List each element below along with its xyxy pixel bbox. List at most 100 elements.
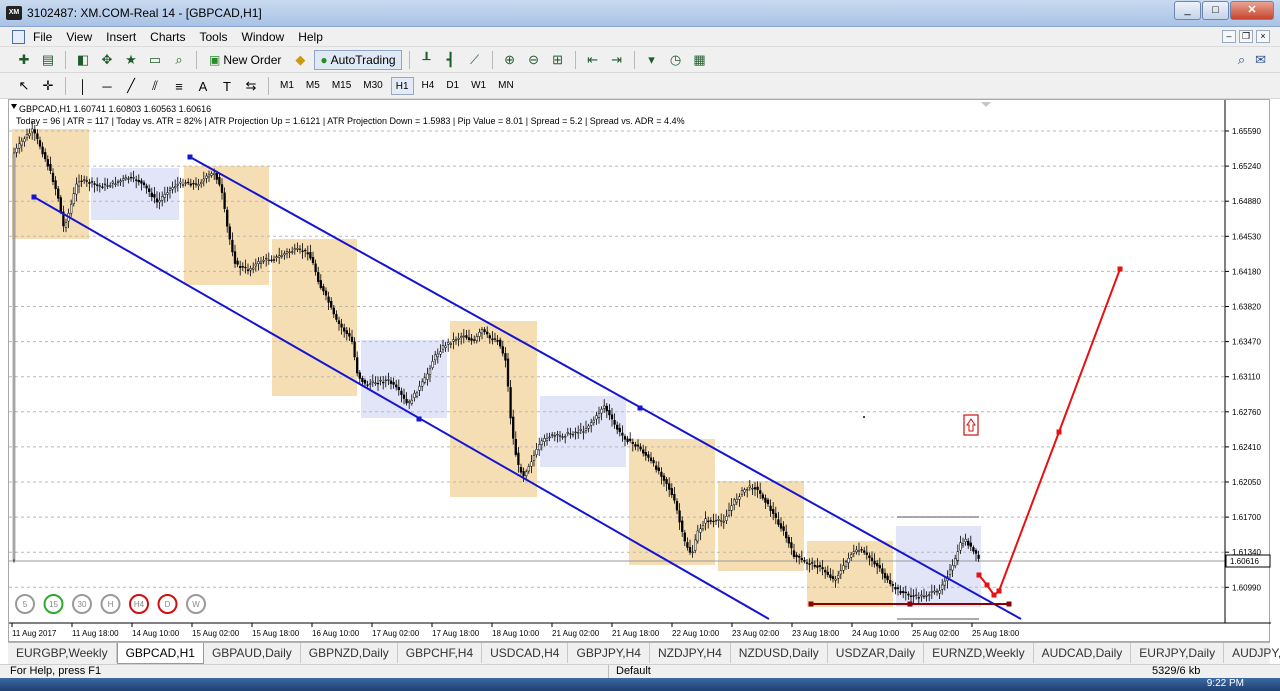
data-window-icon[interactable]: ✥ [97, 50, 117, 70]
timeframe-mn[interactable]: MN [494, 77, 518, 95]
projection-handle[interactable] [984, 582, 990, 588]
window-title: 3102487: XM.COM-Real 14 - [GBPCAD,H1] [27, 6, 262, 20]
chart-tab[interactable]: USDCAD,H4 [482, 643, 569, 663]
profiles-icon[interactable]: ▤ [38, 50, 58, 70]
arrows-icon[interactable]: ⇆ [241, 76, 261, 96]
auto-scroll-icon[interactable]: ⇤ [583, 50, 603, 70]
candle-body [304, 249, 307, 252]
templates-icon[interactable]: ▦ [690, 50, 710, 70]
new-order-button[interactable]: ▣ New Order [204, 50, 286, 70]
chart-tab[interactable]: EURJPY,Daily [1131, 643, 1225, 663]
menu-tools[interactable]: Tools [200, 30, 228, 44]
channel-handle[interactable] [416, 416, 422, 422]
candlestick-icon[interactable]: ┫ [441, 50, 461, 70]
chart-tab[interactable]: NZDJPY,H4 [650, 643, 731, 663]
timeframe-d1[interactable]: D1 [442, 77, 463, 95]
menu-charts[interactable]: Charts [150, 30, 185, 44]
candle-body [129, 176, 133, 179]
menu-window[interactable]: Window [242, 30, 285, 44]
document-icon[interactable] [12, 30, 25, 44]
menu-view[interactable]: View [66, 30, 92, 44]
chart-tab[interactable]: NZDUSD,Daily [731, 643, 828, 663]
periods-icon[interactable]: ◷ [666, 50, 686, 70]
navigator-icon[interactable]: ★ [121, 50, 141, 70]
fibonacci-icon[interactable]: ≡ [169, 76, 189, 96]
child-close-icon[interactable]: × [1256, 30, 1270, 43]
search-icon[interactable]: ⌕ [1238, 52, 1245, 68]
timeframe-m30[interactable]: M30 [359, 77, 386, 95]
chart-tab[interactable]: GBPCAD,H1 [116, 643, 204, 664]
timeframe-w1[interactable]: W1 [467, 77, 490, 95]
child-restore-icon[interactable]: ❐ [1239, 30, 1253, 43]
timeframe-h1[interactable]: H1 [390, 77, 414, 95]
trendline-icon[interactable]: ╱ [121, 76, 141, 96]
timeframe-m5[interactable]: M5 [302, 77, 324, 95]
support-handle[interactable] [907, 601, 913, 607]
chart-tab[interactable]: EURNZD,Weekly [924, 643, 1034, 663]
chart-tab[interactable]: AUDJPY,H4 [1224, 643, 1280, 663]
minimize-button[interactable]: _ [1174, 1, 1201, 20]
market-watch-icon[interactable]: ◧ [73, 50, 93, 70]
channel-lower-line[interactable] [33, 196, 770, 620]
zoom-out-icon[interactable]: ⊖ [524, 50, 544, 70]
bar-chart-icon[interactable]: ┸ [417, 50, 437, 70]
text-icon[interactable]: A [193, 76, 213, 96]
support-handle[interactable] [1006, 601, 1012, 607]
projection-handle[interactable] [991, 592, 997, 598]
channel-icon[interactable]: ⫽ [145, 76, 165, 96]
time-label: 18 Aug 10:00 [492, 629, 540, 638]
cursor-icon[interactable]: ↖ [14, 76, 34, 96]
child-minimize-icon[interactable]: – [1222, 30, 1236, 43]
collapse-arrow-icon[interactable] [11, 104, 17, 109]
timeframe-h4[interactable]: H4 [418, 77, 439, 95]
timeframe-m15[interactable]: M15 [328, 77, 355, 95]
candle-body [889, 580, 892, 584]
price-chart[interactable]: 1.65590 1.65240 1.64880 1.64530 1.64180 1.638… [8, 99, 1271, 643]
line-chart-icon[interactable]: ⟋ [465, 50, 485, 70]
chart-shift-icon[interactable]: ⇥ [607, 50, 627, 70]
chart-tab[interactable]: GBPAUD,Daily [204, 643, 301, 663]
chat-icon[interactable]: ✉ [1255, 52, 1266, 68]
projection-handle[interactable] [1056, 429, 1062, 435]
chart-tab[interactable]: GBPCHF,H4 [398, 643, 483, 663]
horizontal-line-icon[interactable]: ─ [97, 76, 117, 96]
buy-arrow-icon[interactable] [963, 414, 979, 436]
candle-body [405, 398, 408, 404]
shift-marker-icon[interactable] [981, 102, 991, 107]
support-handle[interactable] [808, 601, 814, 607]
metaeditor-icon[interactable]: ◆ [290, 50, 310, 70]
channel-handle[interactable] [31, 194, 37, 200]
projection-path[interactable] [978, 268, 1121, 597]
zoom-in-icon[interactable]: ⊕ [500, 50, 520, 70]
projection-handle[interactable] [1117, 266, 1123, 272]
close-button[interactable]: ✕ [1230, 1, 1274, 20]
price-label: 1.62410 [1232, 443, 1261, 452]
menu-insert[interactable]: Insert [106, 30, 136, 44]
chart-tab[interactable]: GBPNZD,Daily [301, 643, 398, 663]
crosshair-icon[interactable]: ✛ [38, 76, 58, 96]
projection-handle[interactable] [996, 588, 1002, 594]
vertical-line-icon[interactable]: │ [73, 76, 93, 96]
text-label-icon[interactable]: T [217, 76, 237, 96]
channel-handle[interactable] [637, 405, 643, 411]
chart-tab[interactable]: AUDCAD,Daily [1034, 643, 1132, 663]
candle-body [678, 510, 681, 523]
tile-windows-icon[interactable]: ⊞ [548, 50, 568, 70]
menu-help[interactable]: Help [298, 30, 323, 44]
menu-file[interactable]: File [33, 30, 52, 44]
channel-handle[interactable] [187, 154, 193, 160]
maximize-button[interactable]: □ [1202, 1, 1229, 20]
chart-tab[interactable]: USDZAR,Daily [828, 643, 925, 663]
chart-canvas[interactable]: 1.65590 1.65240 1.64880 1.64530 1.64180 1.638… [9, 100, 1271, 643]
candle-body [961, 542, 965, 546]
strategy-tester-icon[interactable]: ⌕ [169, 50, 189, 70]
candle-body [171, 187, 174, 190]
timeframe-m1[interactable]: M1 [276, 77, 298, 95]
autotrading-button[interactable]: ● AutoTrading [314, 50, 402, 70]
projection-handle[interactable] [976, 572, 982, 578]
new-chart-icon[interactable]: ✚ [14, 50, 34, 70]
chart-tab[interactable]: EURGBP,Weekly [8, 643, 117, 663]
indicators-icon[interactable]: ▾ [642, 50, 662, 70]
terminal-icon[interactable]: ▭ [145, 50, 165, 70]
chart-tab[interactable]: GBPJPY,H4 [568, 643, 650, 663]
